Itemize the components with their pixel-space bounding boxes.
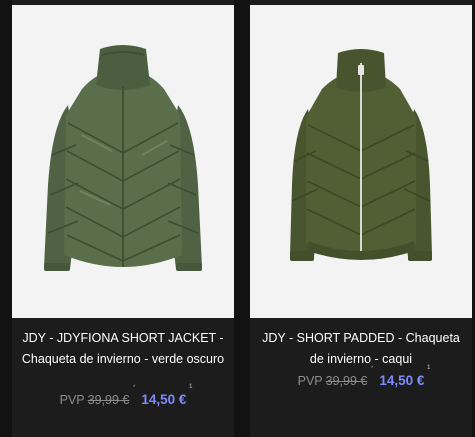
sale-price-value: 14,50 € — [141, 392, 187, 407]
old-price: 39,99 € * — [325, 366, 374, 388]
product-card[interactable]: JDY - JDYFIONA SHORT JACKET - Chaqueta d… — [12, 0, 234, 437]
product-card[interactable]: JDY - SHORT PADDED - Chaqueta de inviern… — [250, 0, 472, 437]
sale-price: 14,50 €1 — [379, 365, 430, 388]
jacket-image — [44, 45, 202, 271]
price-row: PVP 39,99 € * 14,50 €1 — [12, 384, 234, 407]
product-title[interactable]: JDY - JDYFIONA SHORT JACKET - Chaqueta d… — [20, 328, 226, 369]
pvp-label: PVP — [297, 374, 323, 388]
product-image[interactable] — [12, 5, 234, 318]
old-price-value: 39,99 € — [325, 374, 368, 388]
price-row: PVP 39,99 € * 14,50 €1 — [250, 365, 472, 388]
old-price-note: * — [133, 385, 136, 391]
old-price: 39,99 € * — [87, 385, 136, 407]
sale-price-note: 1 — [427, 365, 431, 371]
old-price-note: * — [371, 366, 374, 372]
sale-price-note: 1 — [189, 384, 193, 390]
product-title[interactable]: JDY - SHORT PADDED - Chaqueta de inviern… — [258, 328, 464, 369]
sale-price-value: 14,50 € — [379, 373, 425, 388]
pvp-label: PVP — [59, 393, 85, 407]
product-image[interactable] — [250, 5, 472, 318]
jacket-image — [290, 49, 432, 261]
sale-price: 14,50 €1 — [141, 384, 192, 407]
old-price-value: 39,99 € — [87, 393, 130, 407]
